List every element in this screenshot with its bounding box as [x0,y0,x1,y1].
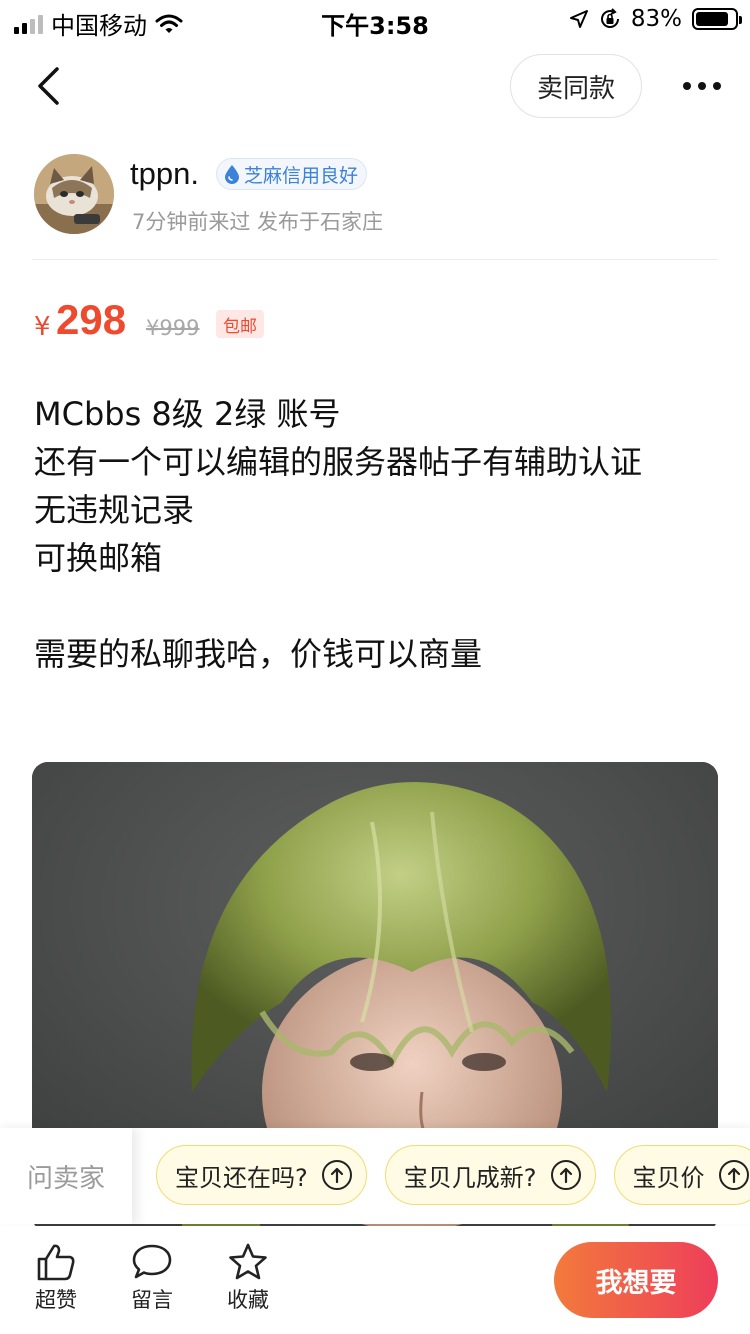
location-arrow-icon [569,10,588,28]
speech-bubble-icon [132,1244,172,1279]
question-chips: 宝贝还在吗? 宝贝几成新? 宝贝价 [156,1145,750,1205]
arrow-up-circle-icon [718,1160,749,1190]
nav-bar: 卖同款 [0,50,750,122]
credit-badge-label: 芝麻信用良好 [244,164,359,187]
battery-percent: 83% [630,6,682,32]
question-chip-label: 宝贝几成新? [403,1163,537,1192]
ask-seller-label[interactable]: 问卖家 [0,1128,132,1224]
description-line: MCbbs 8级 2绿 账号 [34,395,341,433]
question-chip-label: 宝贝还在吗? [175,1163,308,1192]
description-line: 还有一个可以编辑的服务器帖子有辅助认证 [34,443,643,481]
sell-same-button[interactable]: 卖同款 [510,54,642,118]
favorite-label: 收藏 [227,1288,269,1312]
favorite-button[interactable]: 收藏 [218,1242,278,1314]
comment-label: 留言 [131,1288,173,1312]
credit-badge[interactable]: 芝麻信用良好 [216,158,368,190]
back-arrow-icon[interactable] [28,62,68,110]
battery-fill [696,12,728,26]
question-chip[interactable]: 宝贝还在吗? [156,1145,367,1205]
price-row: ¥ 298 ¥999 包邮 [34,296,534,356]
seller-name[interactable]: tppn. [130,156,199,192]
star-icon [229,1243,267,1280]
description-line: 无违规记录 [34,491,195,529]
bottom-action-bar: 超赞 留言 收藏 我想要 [0,1226,750,1334]
description-line: 需要的私聊我哈，价钱可以商量 [34,635,483,673]
current-price: 298 [56,296,127,343]
item-description: MCbbs 8级 2绿 账号 还有一个可以编辑的服务器帖子有辅助认证 无违规记录… [34,390,706,678]
arrow-up-circle-icon [321,1160,352,1190]
thumbs-up-icon [37,1244,75,1281]
status-right: 83% [569,6,742,32]
arrow-up-circle-icon [550,1160,581,1190]
status-bar: 中国移动 下午3:58 83% [0,0,750,40]
avatar[interactable] [34,154,114,234]
like-button[interactable]: 超赞 [26,1242,86,1314]
rotation-lock-icon [600,8,619,28]
question-chip[interactable]: 宝贝几成新? [384,1145,596,1205]
water-drop-icon [225,165,239,184]
quick-question-bar: 问卖家 宝贝还在吗? 宝贝几成新? 宝贝价 [0,1128,750,1224]
description-line: 可换邮箱 [34,539,163,577]
battery-icon [692,8,742,30]
question-chip-label: 宝贝价 [632,1163,705,1192]
more-options-icon[interactable] [676,68,728,104]
description-blank-line [34,582,706,630]
want-button[interactable]: 我想要 [554,1242,718,1318]
comment-button[interactable]: 留言 [122,1242,182,1314]
price-currency: ¥ [34,312,51,342]
free-shipping-tag: 包邮 [216,310,264,338]
like-label: 超赞 [35,1288,77,1312]
original-price: ¥999 [146,316,200,340]
seller-meta: 7分钟前来过 发布于石家庄 [132,210,384,234]
seller-info[interactable]: tppn. 芝麻信用良好 7分钟前来过 发布于石家庄 [32,152,718,260]
question-chip[interactable]: 宝贝价 [613,1145,750,1205]
